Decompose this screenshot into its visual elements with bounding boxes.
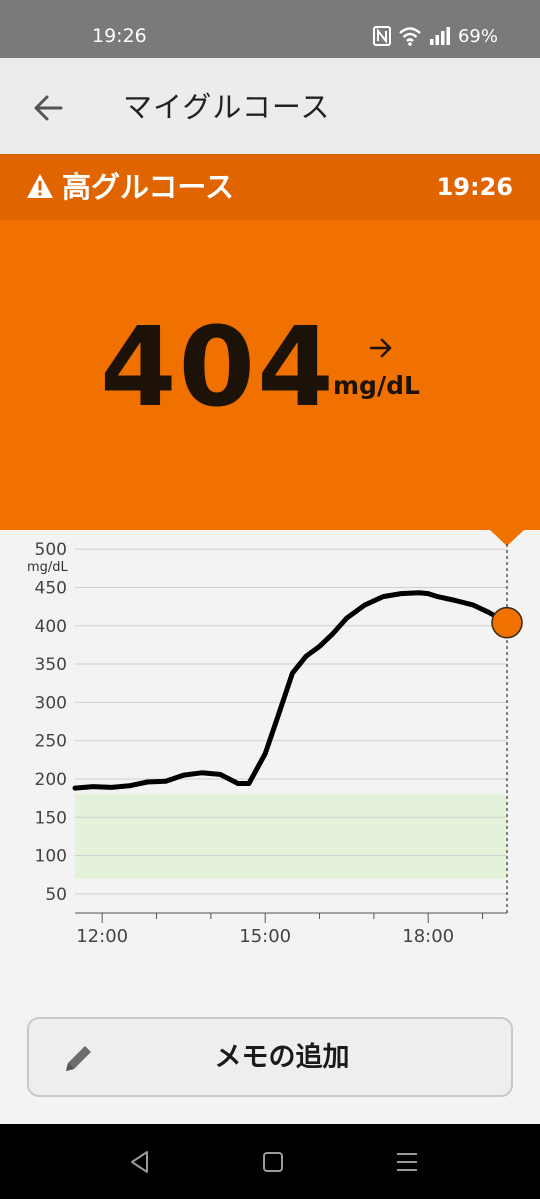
glucose-unit: mg/dL (333, 371, 420, 400)
glucose-chart: mg/dL 500 450 400 350 300 250 200 150 100 50 12:0… (0, 530, 540, 1000)
back-button[interactable] (28, 88, 68, 128)
y-axis-label: mg/dL (27, 560, 69, 575)
battery-level: 69% (457, 25, 498, 47)
glucose-reading-panel: 404 mg/dL (0, 220, 540, 530)
add-memo-button[interactable]: メモの追加 (27, 1017, 513, 1097)
y-tick-label: 300 (35, 693, 67, 713)
y-tick-label: 450 (35, 578, 67, 598)
x-tick-label: 15:00 (239, 926, 291, 947)
app-bar: マイグルコース (0, 58, 540, 154)
y-tick-label: 150 (35, 808, 67, 828)
back-triangle-icon[interactable] (125, 1148, 155, 1176)
alert-time: 19:26 (436, 173, 513, 201)
recents-menu-icon[interactable] (392, 1148, 422, 1176)
home-square-icon[interactable] (258, 1148, 288, 1176)
x-axis: 12:00 15:00 18:00 (75, 912, 507, 947)
target-range-band (75, 794, 507, 879)
status-bar: 19:26 69% (0, 0, 540, 58)
glucose-chart-svg: mg/dL 500 450 400 350 300 250 200 150 100 50 12:0… (27, 530, 524, 947)
arrow-left-icon (34, 95, 63, 121)
wifi-icon (399, 27, 421, 46)
warning-icon (27, 174, 53, 198)
page-title: マイグルコース (123, 90, 331, 124)
x-tick-label: 12:00 (76, 926, 128, 947)
status-time: 19:26 (92, 25, 147, 47)
x-tick-label: 18:00 (402, 926, 454, 947)
y-tick-label: 400 (35, 617, 67, 637)
arrow-right-icon (369, 338, 392, 358)
status-icons: 69% (372, 24, 498, 48)
alert-title: 高グルコース (62, 170, 234, 204)
add-memo-label: メモの追加 (214, 1042, 350, 1073)
glucose-value: 404 (100, 303, 336, 431)
system-nav-bar (0, 1124, 540, 1199)
glucose-line (72, 590, 510, 791)
y-tick-label: 350 (35, 655, 67, 675)
y-tick-label: 200 (35, 770, 67, 790)
y-tick-label: 100 (35, 847, 67, 867)
alert-banner: 高グルコース 19:26 (0, 154, 540, 220)
current-glucose-point (491, 606, 523, 639)
signal-icon (429, 27, 450, 45)
y-tick-label: 250 (35, 732, 67, 752)
current-marker-triangle (490, 530, 524, 546)
nfc-icon (372, 26, 391, 46)
y-tick-label: 500 (35, 540, 67, 560)
y-tick-label: 50 (45, 885, 67, 905)
